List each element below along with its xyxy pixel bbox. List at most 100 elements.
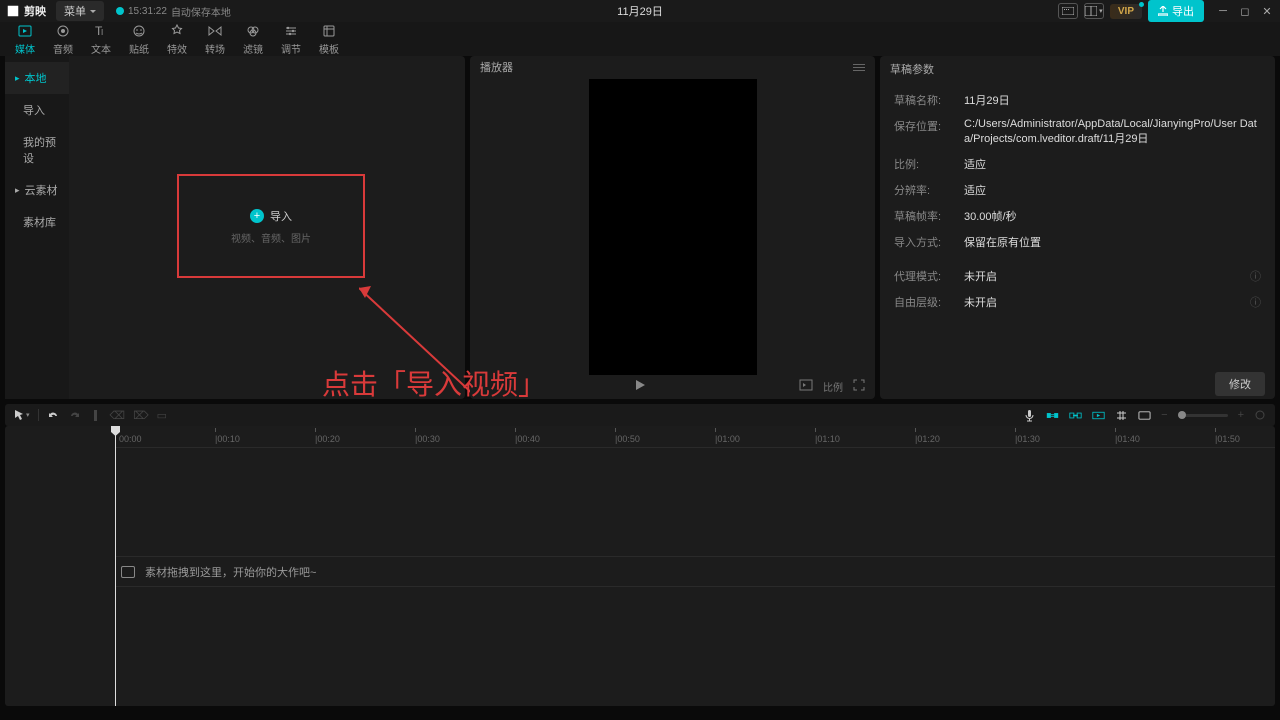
media-panel: 本地 导入 我的预设 云素材 素材库 + 导入 视频、音频、图片 xyxy=(5,56,465,399)
sidebar-item-preset[interactable]: 我的预设 xyxy=(5,126,69,174)
plus-icon: + xyxy=(250,209,264,223)
prop-label: 自由层级: xyxy=(894,294,964,310)
timeline-ruler[interactable]: 00:00 |00:10 |00:20 |00:30 |00:40 |00:50… xyxy=(115,426,1275,448)
player-canvas[interactable] xyxy=(589,79,757,375)
ruler-tick: |01:20 xyxy=(915,434,940,444)
delete-left-icon: ⌫ xyxy=(110,409,126,422)
ruler-tick: |01:50 xyxy=(1215,434,1240,444)
prop-label: 比例: xyxy=(894,156,964,172)
sidebar-item-import[interactable]: 导入 xyxy=(5,94,69,126)
ruler-tick: |00:40 xyxy=(515,434,540,444)
media-sidebar: 本地 导入 我的预设 云素材 素材库 xyxy=(5,56,69,399)
tab-sticker[interactable]: 贴纸 xyxy=(120,23,158,56)
ruler-tick: |00:50 xyxy=(615,434,640,444)
delete-right-icon: ⌦ xyxy=(133,409,149,422)
prop-val-layer: 未开启 xyxy=(964,294,1250,310)
vip-badge[interactable]: VIP xyxy=(1110,4,1142,19)
player-header: 播放器 xyxy=(470,56,875,79)
import-dropzone[interactable]: + 导入 视频、音频、图片 xyxy=(177,174,365,278)
pointer-tool-icon[interactable]: ▾ xyxy=(13,409,30,422)
redo-icon xyxy=(68,409,81,422)
menu-button[interactable]: 菜单 xyxy=(56,1,104,21)
ruler-tick: |01:10 xyxy=(815,434,840,444)
tab-filter[interactable]: 滤镜 xyxy=(234,23,272,56)
play-button[interactable] xyxy=(634,379,646,394)
titlebar-right: ▾ VIP 导出 ─ ◻ ✕ xyxy=(1058,0,1274,22)
zoom-in-icon[interactable]: + xyxy=(1238,409,1244,421)
timeline-toolbar: ▾ ⌫ ⌦ ▭ − + xyxy=(5,404,1275,426)
tab-text[interactable]: TI文本 xyxy=(82,23,120,56)
playhead[interactable] xyxy=(115,426,116,706)
cut-tool-icon[interactable] xyxy=(1115,409,1128,422)
prop-val-path: C:/Users/Administrator/AppData/Local/Jia… xyxy=(964,118,1261,146)
player-controls: 比例 xyxy=(470,375,875,399)
modify-button[interactable]: 修改 xyxy=(1215,372,1265,396)
preview-icon[interactable] xyxy=(1092,409,1105,422)
tab-transition[interactable]: 转场 xyxy=(196,23,234,56)
export-button[interactable]: 导出 xyxy=(1148,0,1204,22)
mic-icon[interactable] xyxy=(1023,409,1036,422)
keyboard-icon[interactable] xyxy=(1058,3,1078,19)
ruler-tick: |00:30 xyxy=(415,434,440,444)
sidebar-item-cloud[interactable]: 云素材 xyxy=(5,174,69,206)
project-title: 11月29日 xyxy=(617,3,663,19)
prop-label: 草稿帧率: xyxy=(894,208,964,224)
player-fullscreen-icon[interactable] xyxy=(853,379,865,394)
player-ratio-button[interactable]: 比例 xyxy=(823,379,843,394)
ruler-tick: |00:20 xyxy=(315,434,340,444)
ruler-tick: 00:00 xyxy=(119,434,142,444)
player-menu-icon[interactable] xyxy=(853,64,865,71)
info-icon[interactable]: ⓘ xyxy=(1250,294,1261,310)
prop-val-name: 11月29日 xyxy=(964,92,1261,108)
tab-effect[interactable]: 特效 xyxy=(158,23,196,56)
app-logo: 剪映 xyxy=(6,3,46,19)
close-icon[interactable]: ✕ xyxy=(1260,4,1274,18)
player-viewport xyxy=(470,79,875,375)
timeline-panel: 00:00 |00:10 |00:20 |00:30 |00:40 |00:50… xyxy=(5,426,1275,706)
track-icon xyxy=(121,566,135,578)
zoom-out-icon[interactable]: − xyxy=(1161,409,1167,421)
media-content: + 导入 视频、音频、图片 xyxy=(69,56,465,399)
svg-text:I: I xyxy=(101,28,103,37)
tab-media[interactable]: 媒体 xyxy=(6,23,44,56)
link-icon[interactable] xyxy=(1069,409,1082,422)
main-toolbar: 媒体 音频 TI文本 贴纸 特效 转场 滤镜 调节 模板 xyxy=(0,22,1280,56)
split-icon xyxy=(89,409,102,422)
player-original-icon[interactable] xyxy=(799,379,813,394)
player-panel: 播放器 比例 xyxy=(470,56,875,399)
prop-label: 保存位置: xyxy=(894,118,964,146)
magnet-icon[interactable] xyxy=(1046,409,1059,422)
prop-label: 导入方式: xyxy=(894,234,964,250)
layout-icon[interactable]: ▾ xyxy=(1084,3,1104,19)
prop-label: 代理模式: xyxy=(894,268,964,284)
ruler-tick: |01:30 xyxy=(1015,434,1040,444)
titlebar: 剪映 菜单 15:31:22 自动保存本地 11月29日 ▾ VIP 导出 ─ … xyxy=(0,0,1280,22)
undo-icon[interactable] xyxy=(47,409,60,422)
app-name: 剪映 xyxy=(24,3,46,19)
properties-panel: 草稿参数 草稿名称:11月29日 保存位置:C:/Users/Administr… xyxy=(880,56,1275,399)
minimize-icon[interactable]: ─ xyxy=(1216,4,1230,18)
sidebar-item-library[interactable]: 素材库 xyxy=(5,206,69,238)
ruler-tick: |00:10 xyxy=(215,434,240,444)
tab-audio[interactable]: 音频 xyxy=(44,23,82,56)
main-panels: 本地 导入 我的预设 云素材 素材库 + 导入 视频、音频、图片 播放器 xyxy=(0,56,1280,399)
prop-val-fps: 30.00帧/秒 xyxy=(964,208,1261,224)
tab-adjust[interactable]: 调节 xyxy=(272,23,310,56)
import-subtext: 视频、音频、图片 xyxy=(231,230,311,245)
prop-val-import: 保留在原有位置 xyxy=(964,234,1261,250)
prop-label: 草稿名称: xyxy=(894,92,964,108)
tab-template[interactable]: 模板 xyxy=(310,23,348,56)
sidebar-item-local[interactable]: 本地 xyxy=(5,62,69,94)
autosave-status: 15:31:22 自动保存本地 xyxy=(116,4,231,19)
clip-icon[interactable] xyxy=(1138,409,1151,422)
maximize-icon[interactable]: ◻ xyxy=(1238,4,1252,18)
import-label: + 导入 xyxy=(250,208,292,224)
info-icon[interactable]: ⓘ xyxy=(1250,268,1261,284)
timeline-placeholder[interactable]: 素材拖拽到这里，开始你的大作吧~ xyxy=(121,564,316,580)
delete-icon: ▭ xyxy=(157,409,167,422)
logo-icon xyxy=(6,4,20,18)
zoom-fit-icon[interactable] xyxy=(1254,409,1267,422)
prop-val-proxy: 未开启 xyxy=(964,268,1250,284)
zoom-slider[interactable] xyxy=(1178,414,1228,417)
prop-val-res: 适应 xyxy=(964,182,1261,198)
